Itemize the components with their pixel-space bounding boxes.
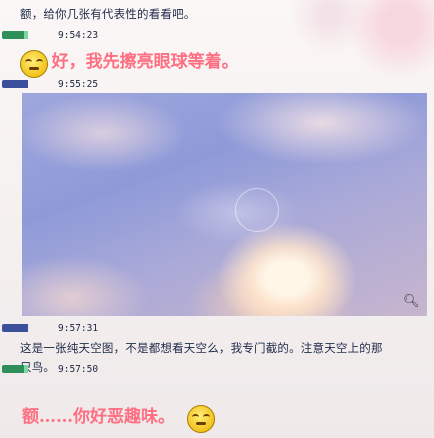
sender-name bbox=[2, 31, 40, 39]
smirk-face-icon bbox=[186, 404, 215, 433]
sky-photo[interactable]: 🔍︎ bbox=[22, 93, 427, 316]
sender-name bbox=[2, 365, 40, 373]
message-red: 好，我先擦亮眼球等着。 bbox=[20, 47, 239, 78]
message-text: 好，我先擦亮眼球等着。 bbox=[51, 52, 239, 72]
sender-header: 9:57:50 bbox=[2, 362, 98, 376]
timestamp: 9:54:23 bbox=[58, 29, 99, 41]
timestamp: 9:57:31 bbox=[58, 322, 99, 334]
magnifier-icon[interactable]: 🔍︎ bbox=[403, 294, 420, 310]
message-line: 这是一张纯天空图，不是都想看天空么，我专门截的。注意天空上的那 bbox=[20, 341, 383, 355]
message-text: 额，给你几张有代表性的看看吧。 bbox=[20, 7, 196, 21]
sender-header: 9:55:25 bbox=[2, 77, 98, 91]
sender-header: 9:54:23 bbox=[2, 28, 98, 42]
timestamp: 9:57:50 bbox=[58, 363, 99, 375]
sender-header: 9:57:31 bbox=[2, 321, 98, 335]
message-red: 额……你好恶趣味。 bbox=[22, 402, 215, 433]
lens-flare bbox=[235, 188, 279, 232]
message-text: 额……你好恶趣味。 bbox=[22, 407, 175, 427]
smiley-face-icon bbox=[20, 49, 48, 78]
sender-name bbox=[2, 324, 40, 332]
timestamp: 9:55:25 bbox=[58, 78, 99, 90]
sender-name bbox=[2, 80, 40, 88]
